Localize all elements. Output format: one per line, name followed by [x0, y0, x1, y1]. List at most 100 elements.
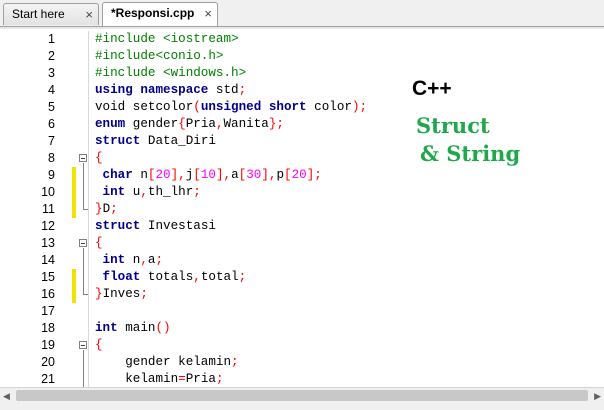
code-token: float	[95, 270, 141, 284]
scroll-left-icon[interactable]: ◀	[3, 391, 10, 402]
code-token: p	[276, 168, 285, 182]
code-token: struct	[95, 134, 141, 148]
fold-end	[83, 209, 88, 210]
fold-toggle-icon[interactable]	[79, 341, 87, 349]
code-text: int main()	[95, 320, 171, 337]
code-token: int	[95, 253, 126, 267]
code-token: n	[132, 168, 148, 182]
code-token: [	[193, 168, 201, 182]
code-text: {	[95, 235, 103, 252]
change-marker	[72, 184, 76, 201]
close-icon[interactable]: ×	[204, 3, 212, 24]
code-token: =	[178, 372, 186, 386]
horizontal-scrollbar[interactable]: ◀ ▶	[0, 387, 604, 404]
code-token: }	[95, 202, 103, 216]
code-token: ,	[215, 117, 224, 131]
change-marker	[72, 269, 76, 286]
tab-responsi-cpp[interactable]: *Responsi.cpp ×	[102, 2, 218, 26]
code-line: 9 char n[20],j[10],a[30],p[20];	[0, 167, 604, 184]
line-number: 7	[48, 134, 55, 148]
code-token: std	[208, 83, 239, 97]
code-token: #include<conio.h>	[95, 49, 224, 63]
code-token: );	[351, 100, 368, 114]
code-line: 17	[0, 303, 604, 320]
code-token: ,	[140, 185, 148, 199]
code-line: 15 float totals,total;	[0, 269, 604, 286]
code-line: 11}D;	[0, 201, 604, 218]
code-line: 6 enum gender{Pria,Wanita};	[0, 116, 604, 133]
code-token: 30	[246, 168, 262, 182]
code-line: 19 {	[0, 337, 604, 354]
code-token: {	[178, 117, 186, 131]
code-token: }	[95, 287, 103, 301]
fold-toggle-icon[interactable]	[79, 154, 87, 162]
code-token: 20	[155, 168, 171, 182]
scrollbar-thumb[interactable]	[16, 390, 588, 401]
code-line: 10 int u,th_lhr;	[0, 184, 604, 201]
line-number: 10	[41, 185, 55, 199]
line-number: 21	[41, 372, 55, 386]
code-token: int	[95, 185, 126, 199]
tab-bar: Start here × *Responsi.cpp ×	[0, 0, 604, 28]
code-text: int u,th_lhr;	[95, 184, 201, 201]
code-token: void setcolor	[95, 100, 194, 114]
line-number: 20	[41, 355, 55, 369]
fold-line	[83, 163, 84, 209]
code-editor[interactable]: 1 #include <iostream> 2 #include<conio.h> 3 #…	[0, 27, 604, 391]
scroll-right-icon[interactable]: ▶	[594, 391, 601, 402]
code-text: struct Investasi	[95, 218, 216, 235]
code-token: enum	[95, 117, 126, 131]
close-icon[interactable]: ×	[85, 4, 93, 25]
code-text: #include <iostream>	[95, 31, 239, 48]
code-token: kelamin	[95, 372, 179, 386]
code-text: {	[95, 150, 103, 167]
line-number: 3	[48, 66, 55, 80]
line-number: 8	[48, 151, 55, 165]
code-token: gender kelamin	[95, 355, 232, 369]
code-token: {	[95, 236, 103, 250]
code-text: gender kelamin;	[95, 354, 239, 371]
code-line: 13 {	[0, 235, 604, 252]
code-token: ;	[231, 355, 239, 369]
fold-line	[83, 248, 84, 294]
tab-label: *Responsi.cpp	[111, 6, 195, 20]
fold-toggle-icon[interactable]	[79, 239, 87, 247]
code-line: 5 void setcolor(unsigned short color);	[0, 99, 604, 116]
code-token: ,	[140, 253, 148, 267]
code-token: Inves	[102, 287, 141, 301]
code-token: ;	[238, 270, 247, 284]
code-token: ],	[215, 168, 232, 182]
code-token: {	[95, 338, 103, 352]
code-token: Investasi	[140, 219, 216, 233]
code-line: 21 kelamin=Pria;	[0, 371, 604, 388]
code-token: using namespace	[95, 83, 209, 97]
code-text: #include <windows.h>	[95, 65, 246, 82]
code-line: 20 gender kelamin;	[0, 354, 604, 371]
code-token: n	[125, 253, 141, 267]
code-token: #include <windows.h>	[95, 66, 247, 80]
code-text: struct Data_Diri	[95, 133, 216, 150]
code-token: ],	[261, 168, 277, 182]
change-marker	[72, 201, 76, 218]
overlay-title-string: & String	[420, 141, 521, 166]
fold-line	[83, 350, 84, 390]
code-token: ;	[110, 202, 118, 216]
overlay-title-cpp: C++	[412, 77, 452, 100]
tab-start-here[interactable]: Start here ×	[3, 3, 99, 25]
code-token: ()	[155, 321, 171, 335]
code-token: ];	[306, 168, 322, 182]
code-token: 20	[291, 168, 307, 182]
line-number: 11	[42, 202, 55, 216]
code-line: 2 #include<conio.h>	[0, 48, 604, 65]
code-token: totals	[140, 270, 194, 284]
code-text: enum gender{Pria,Wanita};	[95, 116, 284, 133]
code-token: Pria	[185, 117, 216, 131]
line-number: 15	[41, 270, 55, 284]
change-marker	[72, 286, 76, 303]
code-token: struct	[95, 219, 141, 233]
line-number: 2	[48, 49, 55, 63]
line-number: 6	[48, 117, 55, 131]
code-token: ;	[238, 83, 247, 97]
code-token: a	[231, 168, 239, 182]
line-number: 1	[48, 32, 55, 46]
